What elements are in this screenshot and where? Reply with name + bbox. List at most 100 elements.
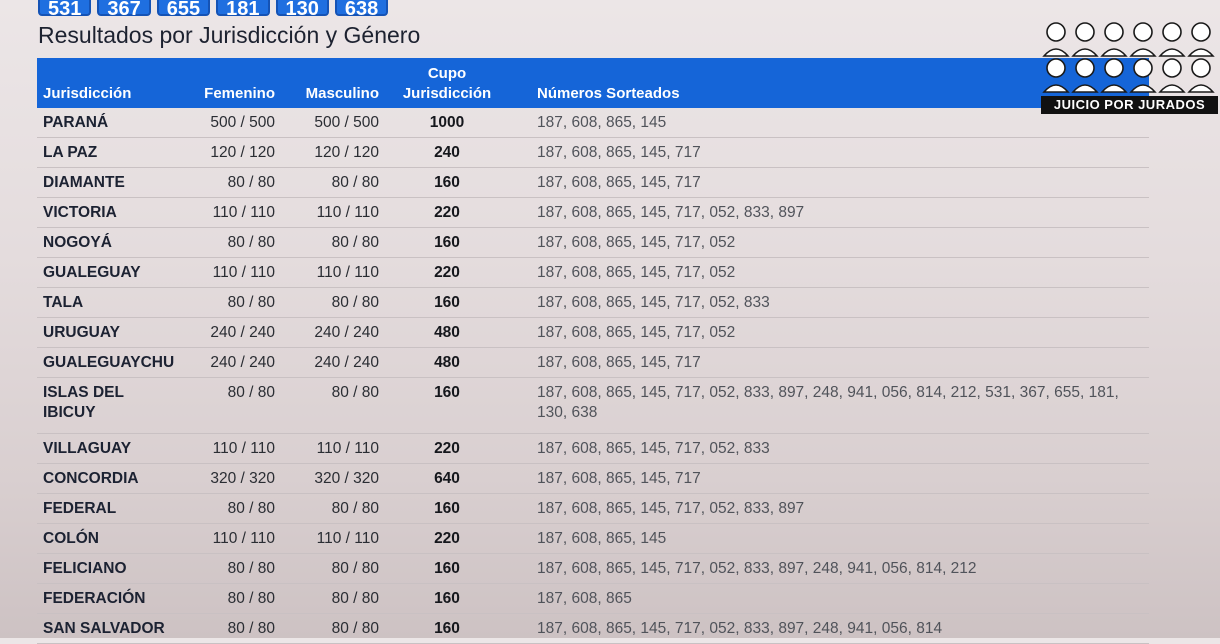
cell-femenino: 110 / 110 [177, 257, 281, 288]
cell-numeros: 187, 608, 865, 145, 717, 052, 833, 897 [509, 493, 1149, 524]
table-row: ISLAS DEL IBICUY 80 / 80 80 / 80 160 187, 60… [37, 377, 1149, 434]
cell-cupo: 220 [385, 433, 509, 464]
cell-masculino: 120 / 120 [281, 137, 385, 168]
cell-masculino: 80 / 80 [281, 377, 385, 434]
cell-numeros: 187, 608, 865, 145, 717, 052 [509, 227, 1149, 258]
table-row: VILLAGUAY 110 / 110 110 / 110 220 187, 608, … [37, 433, 1149, 464]
table-header-row: Jurisdicción Femenino Masculino Cupo Jur… [37, 58, 1149, 108]
cell-jurisdiccion: PARANÁ [37, 108, 177, 138]
column-header-jurisdiccion: Jurisdicción [37, 58, 177, 108]
cell-femenino: 110 / 110 [177, 523, 281, 554]
cell-masculino: 110 / 110 [281, 433, 385, 464]
table-row: SAN SALVADOR 80 / 80 80 / 80 160 187, 608, 8… [37, 613, 1149, 644]
table-row: TALA 80 / 80 80 / 80 160 187, 608, 865, 145,… [37, 287, 1149, 318]
cell-cupo: 160 [385, 493, 509, 524]
page-title: Resultados por Jurisdicción y Género [38, 22, 421, 48]
cell-jurisdiccion: FEDERAL [37, 493, 177, 524]
table-row: PARANÁ 500 / 500 500 / 500 1000 187, 608, 86… [37, 108, 1149, 138]
cell-femenino: 240 / 240 [177, 317, 281, 348]
number-chip: 367 [97, 0, 151, 20]
table-row: NOGOYÁ 80 / 80 80 / 80 160 187, 608, 865, 14… [37, 227, 1149, 258]
cell-masculino: 80 / 80 [281, 167, 385, 198]
table-row: FEDERAL 80 / 80 80 / 80 160 187, 608, 865, 1… [37, 493, 1149, 524]
cell-femenino: 80 / 80 [177, 613, 281, 644]
cell-jurisdiccion: ISLAS DEL IBICUY [37, 377, 177, 434]
number-chip: 181 [216, 0, 270, 20]
cell-jurisdiccion: GUALEGUAY [37, 257, 177, 288]
cell-femenino: 80 / 80 [177, 493, 281, 524]
cell-cupo: 160 [385, 613, 509, 644]
cell-jurisdiccion: LA PAZ [37, 137, 177, 168]
cell-masculino: 80 / 80 [281, 227, 385, 258]
column-header-femenino: Femenino [177, 58, 281, 108]
cell-numeros: 187, 608, 865, 145, 717 [509, 347, 1149, 378]
cell-jurisdiccion: FELICIANO [37, 553, 177, 584]
jurors-faces-icon [1042, 22, 1215, 93]
cell-femenino: 110 / 110 [177, 197, 281, 228]
cell-masculino: 240 / 240 [281, 347, 385, 378]
column-header-cupo-line1: Cupo [427, 65, 467, 82]
cell-numeros: 187, 608, 865, 145, 717, 052, 833, 897, … [509, 613, 1149, 644]
number-chip: 655 [156, 0, 211, 20]
cell-numeros: 187, 608, 865, 145, 717, 052, 833, 897, … [509, 377, 1149, 434]
table-row: CONCORDIA 320 / 320 320 / 320 640 187, 608, … [37, 463, 1149, 494]
cell-masculino: 80 / 80 [281, 493, 385, 524]
cell-cupo: 480 [385, 347, 509, 378]
cell-masculino: 80 / 80 [281, 613, 385, 644]
cell-femenino: 320 / 320 [177, 463, 281, 494]
cell-masculino: 320 / 320 [281, 463, 385, 494]
column-header-cupo-line2: Jurisdicción [402, 85, 492, 102]
drawn-numbers-strip: 531 367 655 181 130 638 [38, 0, 389, 20]
column-header-cupo: Cupo Jurisdicción [385, 58, 509, 108]
cell-jurisdiccion: URUGUAY [37, 317, 177, 348]
cell-numeros: 187, 608, 865, 145, 717 [509, 137, 1149, 168]
cell-jurisdiccion: VILLAGUAY [37, 433, 177, 464]
table-row: VICTORIA 110 / 110 110 / 110 220 187, 608, 8… [37, 197, 1149, 228]
cell-masculino: 500 / 500 [281, 108, 385, 138]
cell-numeros: 187, 608, 865, 145, 717, 052 [509, 257, 1149, 288]
table-row: GUALEGUAY 110 / 110 110 / 110 220 187, 608, … [37, 257, 1149, 288]
number-chip: 531 [38, 0, 92, 20]
cell-cupo: 240 [385, 137, 509, 168]
number-chip: 130 [275, 0, 329, 20]
number-chip: 638 [334, 0, 389, 20]
cell-numeros: 187, 608, 865, 145, 717, 052 [509, 317, 1149, 348]
results-table: Jurisdicción Femenino Masculino Cupo Jur… [37, 58, 1149, 644]
cell-numeros: 187, 608, 865, 145, 717, 052, 833 [509, 433, 1149, 464]
cell-femenino: 110 / 110 [177, 433, 281, 464]
table-row: GUALEGUAYCHU 240 / 240 240 / 240 480 187, 60… [37, 347, 1149, 378]
cell-cupo: 220 [385, 523, 509, 554]
cell-femenino: 80 / 80 [177, 167, 281, 198]
cell-numeros: 187, 608, 865, 145, 717 [509, 463, 1149, 494]
cell-numeros: 187, 608, 865, 145, 717, 052, 833 [509, 287, 1149, 318]
cell-femenino: 80 / 80 [177, 553, 281, 584]
table-row: COLÓN 110 / 110 110 / 110 220 187, 608, 865,… [37, 523, 1149, 554]
cell-femenino: 500 / 500 [177, 108, 281, 138]
cell-masculino: 80 / 80 [281, 287, 385, 318]
cell-masculino: 80 / 80 [281, 583, 385, 614]
cell-numeros: 187, 608, 865 [509, 583, 1149, 614]
table-row: FELICIANO 80 / 80 80 / 80 160 187, 608, 865,… [37, 553, 1149, 584]
cell-jurisdiccion: SAN SALVADOR [37, 613, 177, 644]
cell-masculino: 110 / 110 [281, 197, 385, 228]
cell-jurisdiccion: FEDERACIÓN [37, 583, 177, 614]
cell-cupo: 160 [385, 377, 509, 434]
cell-femenino: 80 / 80 [177, 583, 281, 614]
cell-masculino: 110 / 110 [281, 257, 385, 288]
cell-jurisdiccion: TALA [37, 287, 177, 318]
cell-femenino: 80 / 80 [177, 287, 281, 318]
cell-numeros: 187, 608, 865, 145 [509, 523, 1149, 554]
cell-masculino: 240 / 240 [281, 317, 385, 348]
table-row: FEDERACIÓN 80 / 80 80 / 80 160 187, 608, 865 [37, 583, 1149, 614]
cell-masculino: 110 / 110 [281, 523, 385, 554]
cell-jurisdiccion: DIAMANTE [37, 167, 177, 198]
juicio-por-jurados-logo: JUICIO POR JURADOS [1041, 18, 1218, 114]
cell-cupo: 1000 [385, 108, 509, 138]
cell-femenino: 80 / 80 [177, 227, 281, 258]
cell-femenino: 80 / 80 [177, 377, 281, 434]
cell-jurisdiccion: NOGOYÁ [37, 227, 177, 258]
cell-numeros: 187, 608, 865, 145, 717 [509, 167, 1149, 198]
cell-cupo: 160 [385, 583, 509, 614]
cell-jurisdiccion: VICTORIA [37, 197, 177, 228]
cell-femenino: 120 / 120 [177, 137, 281, 168]
